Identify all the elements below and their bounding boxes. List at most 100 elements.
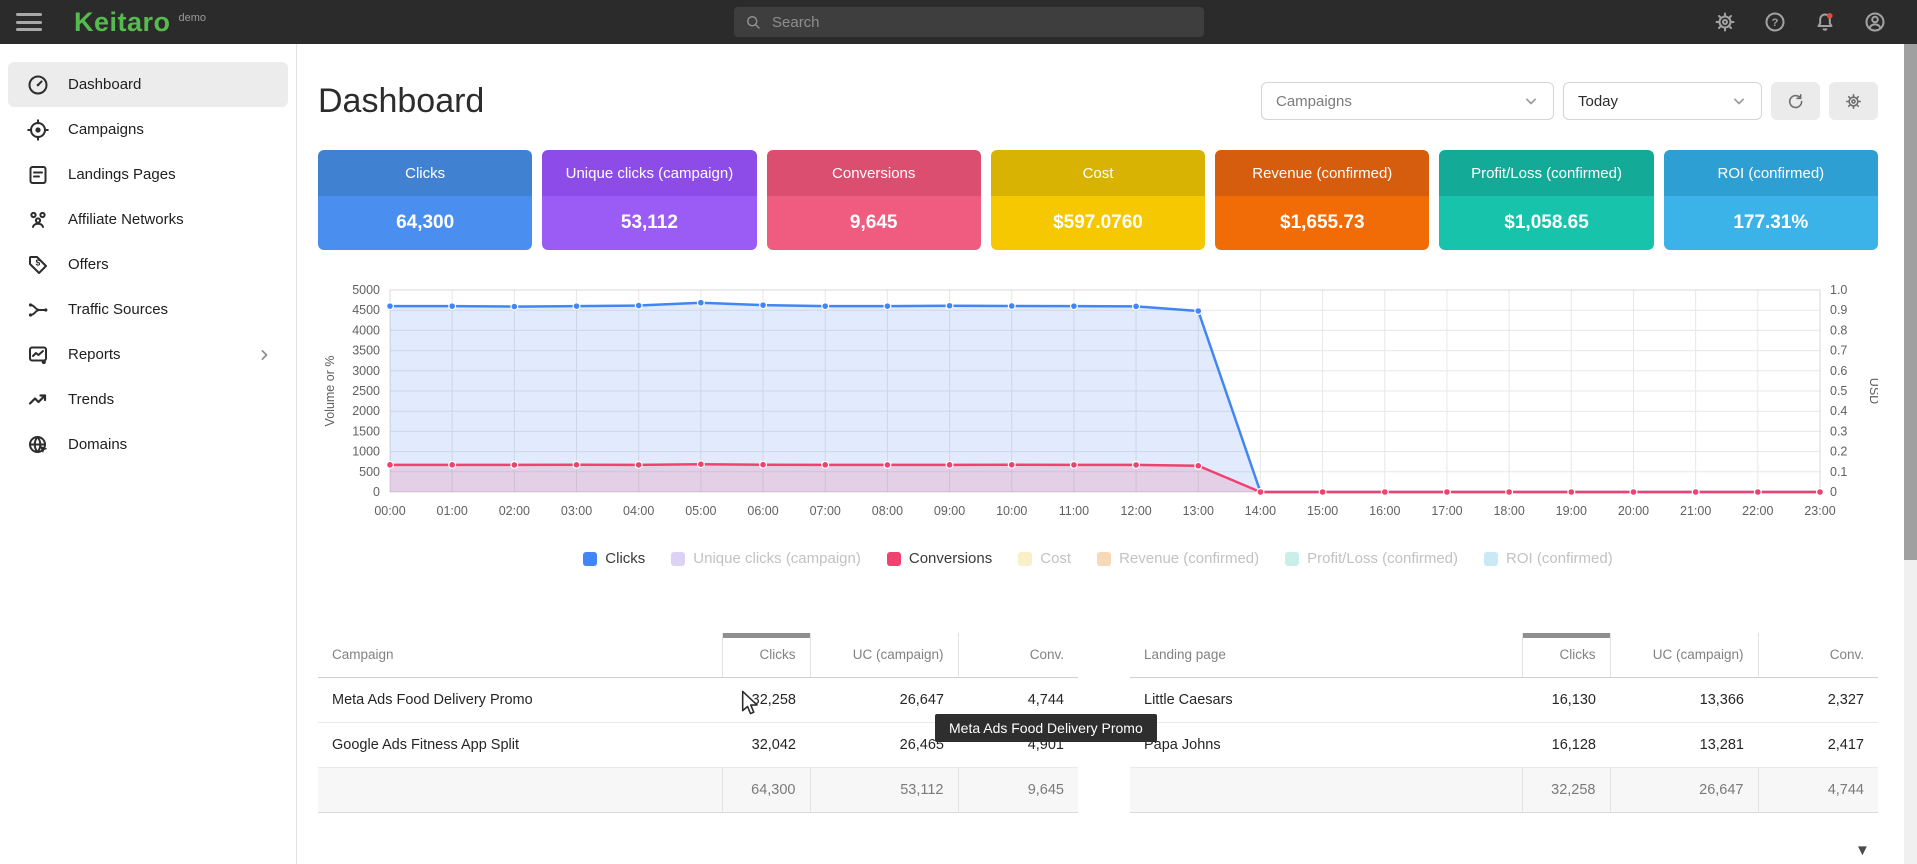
svg-text:16:00: 16:00 xyxy=(1369,504,1400,518)
svg-text:02:00: 02:00 xyxy=(499,504,530,518)
stat-card-clicks[interactable]: Clicks64,300 xyxy=(318,150,532,250)
scroll-down-indicator-icon[interactable]: ▼ xyxy=(1855,842,1870,859)
sidebar-item-label: Offers xyxy=(68,256,109,273)
stat-card-value: 9,645 xyxy=(767,196,981,250)
svg-text:2000: 2000 xyxy=(352,404,380,418)
group-by-select-value: Campaigns xyxy=(1276,93,1352,110)
stat-card-profit-loss-confirmed[interactable]: Profit/Loss (confirmed)$1,058.65 xyxy=(1439,150,1653,250)
sidebar-item-label: Traffic Sources xyxy=(68,301,168,318)
sidebar-item-dashboard[interactable]: Dashboard xyxy=(8,62,288,107)
legend-item-clicks[interactable]: Clicks xyxy=(583,550,645,567)
traffic-chart: 00:0001:0002:0003:0004:0005:0006:0007:00… xyxy=(318,282,1878,528)
sidebar-item-label: Reports xyxy=(68,346,121,363)
sidebar-item-landings-pages[interactable]: Landings Pages xyxy=(8,152,288,197)
svg-text:0.7: 0.7 xyxy=(1830,344,1847,358)
keitaro-logo: Keitaro xyxy=(74,7,171,38)
group-by-select[interactable]: Campaigns xyxy=(1261,82,1554,120)
stat-card-roi-confirmed[interactable]: ROI (confirmed)177.31% xyxy=(1664,150,1878,250)
row-name[interactable]: Papa Johns xyxy=(1130,722,1522,767)
row-value: 32,042 xyxy=(722,722,810,767)
document-icon xyxy=(26,163,50,187)
legend-label: Revenue (confirmed) xyxy=(1119,550,1259,567)
user-account-icon[interactable] xyxy=(1863,10,1887,34)
menu-hamburger-icon[interactable] xyxy=(16,13,42,31)
sidebar-item-reports[interactable]: Reports xyxy=(8,332,288,377)
sidebar-item-campaigns[interactable]: Campaigns xyxy=(8,107,288,152)
svg-text:06:00: 06:00 xyxy=(747,504,778,518)
row-name[interactable]: Meta Ads Food Delivery Promo xyxy=(318,677,722,722)
legend-item-conversions[interactable]: Conversions xyxy=(887,550,992,567)
split-branch-icon xyxy=(26,298,50,322)
svg-text:17:00: 17:00 xyxy=(1431,504,1462,518)
stat-card-label: Clicks xyxy=(318,150,532,196)
sidebar-item-label: Domains xyxy=(68,436,127,453)
svg-text:USD: USD xyxy=(1867,378,1878,404)
stat-card-label: Unique clicks (campaign) xyxy=(542,150,756,196)
table-header-uc-campaign[interactable]: UC (campaign) xyxy=(810,633,958,677)
svg-text:07:00: 07:00 xyxy=(810,504,841,518)
stat-card-revenue-confirmed[interactable]: Revenue (confirmed)$1,655.73 xyxy=(1215,150,1429,250)
table-row[interactable]: Papa Johns16,12813,2812,417 xyxy=(1130,722,1878,767)
svg-text:0.4: 0.4 xyxy=(1830,404,1847,418)
legend-item-profit-loss-confirmed[interactable]: Profit/Loss (confirmed) xyxy=(1285,550,1458,567)
scrollbar-thumb[interactable] xyxy=(1904,44,1917,560)
svg-text:0: 0 xyxy=(1830,485,1837,499)
legend-item-roi-confirmed[interactable]: ROI (confirmed) xyxy=(1484,550,1613,567)
search-icon xyxy=(744,13,762,31)
table-header-conv[interactable]: Conv. xyxy=(958,633,1078,677)
table-header-conv[interactable]: Conv. xyxy=(1758,633,1878,677)
totals-value: 26,647 xyxy=(1610,767,1758,812)
sidebar-item-offers[interactable]: $Offers xyxy=(8,242,288,287)
sidebar-item-affiliate-networks[interactable]: Affiliate Networks xyxy=(8,197,288,242)
table-header-clicks[interactable]: Clicks xyxy=(1522,633,1610,677)
row-name[interactable]: Google Ads Fitness App Split xyxy=(318,722,722,767)
legend-item-unique-clicks-campaign[interactable]: Unique clicks (campaign) xyxy=(671,550,861,567)
main-content: Dashboard Campaigns Today Clicks64,300Un xyxy=(318,44,1878,813)
row-name[interactable]: Little Caesars xyxy=(1130,677,1522,722)
table-header-clicks[interactable]: Clicks xyxy=(722,633,810,677)
legend-item-cost[interactable]: Cost xyxy=(1018,550,1071,567)
stat-cards-row: Clicks64,300Unique clicks (campaign)53,1… xyxy=(318,150,1878,250)
dashboard-settings-button[interactable] xyxy=(1829,82,1878,120)
table-header-name[interactable]: Campaign xyxy=(318,633,722,677)
notifications-bell-icon[interactable] xyxy=(1813,10,1837,34)
sidebar-item-traffic-sources[interactable]: Traffic Sources xyxy=(8,287,288,332)
search-input[interactable] xyxy=(772,14,1194,31)
table-header-name[interactable]: Landing page xyxy=(1130,633,1522,677)
legend-item-revenue-confirmed[interactable]: Revenue (confirmed) xyxy=(1097,550,1259,567)
row-value: 16,130 xyxy=(1522,677,1610,722)
svg-text:11:00: 11:00 xyxy=(1059,504,1089,518)
help-icon[interactable]: ? xyxy=(1763,10,1787,34)
date-range-select[interactable]: Today xyxy=(1563,82,1762,120)
landing-pages-table: Landing pageClicksUC (campaign)Conv.Litt… xyxy=(1130,633,1878,813)
row-value: 13,281 xyxy=(1610,722,1758,767)
totals-value: 4,744 xyxy=(1758,767,1878,812)
refresh-button[interactable] xyxy=(1771,82,1820,120)
page-scrollbar[interactable] xyxy=(1904,44,1917,864)
legend-label: Unique clicks (campaign) xyxy=(693,550,861,567)
table-header-uc-campaign[interactable]: UC (campaign) xyxy=(1610,633,1758,677)
svg-text:10:00: 10:00 xyxy=(996,504,1027,518)
totals-value: 64,300 xyxy=(722,767,810,812)
global-search[interactable] xyxy=(734,7,1204,37)
svg-text:0.2: 0.2 xyxy=(1830,445,1847,459)
stat-card-cost[interactable]: Cost$597.0760 xyxy=(991,150,1205,250)
legend-swatch xyxy=(887,552,901,566)
table-row[interactable]: Little Caesars16,13013,3662,327 xyxy=(1130,677,1878,722)
svg-text:15:00: 15:00 xyxy=(1307,504,1338,518)
sidebar-item-trends[interactable]: Trends xyxy=(8,377,288,422)
table-totals-row: 64,30053,1129,645 xyxy=(318,767,1078,812)
stat-card-conversions[interactable]: Conversions9,645 xyxy=(767,150,981,250)
stat-card-unique-clicks-campaign[interactable]: Unique clicks (campaign)53,112 xyxy=(542,150,756,250)
people-icon xyxy=(26,208,50,232)
report-chart-icon xyxy=(26,343,50,367)
legend-swatch xyxy=(1018,552,1032,566)
gear-icon[interactable] xyxy=(1713,10,1737,34)
stat-card-value: 177.31% xyxy=(1664,196,1878,250)
table-totals-row: 32,25826,6474,744 xyxy=(1130,767,1878,812)
svg-text:01:00: 01:00 xyxy=(437,504,468,518)
sidebar-item-domains[interactable]: Domains xyxy=(8,422,288,467)
target-icon xyxy=(26,118,50,142)
totals-value: 32,258 xyxy=(1522,767,1610,812)
svg-text:23:00: 23:00 xyxy=(1804,504,1835,518)
